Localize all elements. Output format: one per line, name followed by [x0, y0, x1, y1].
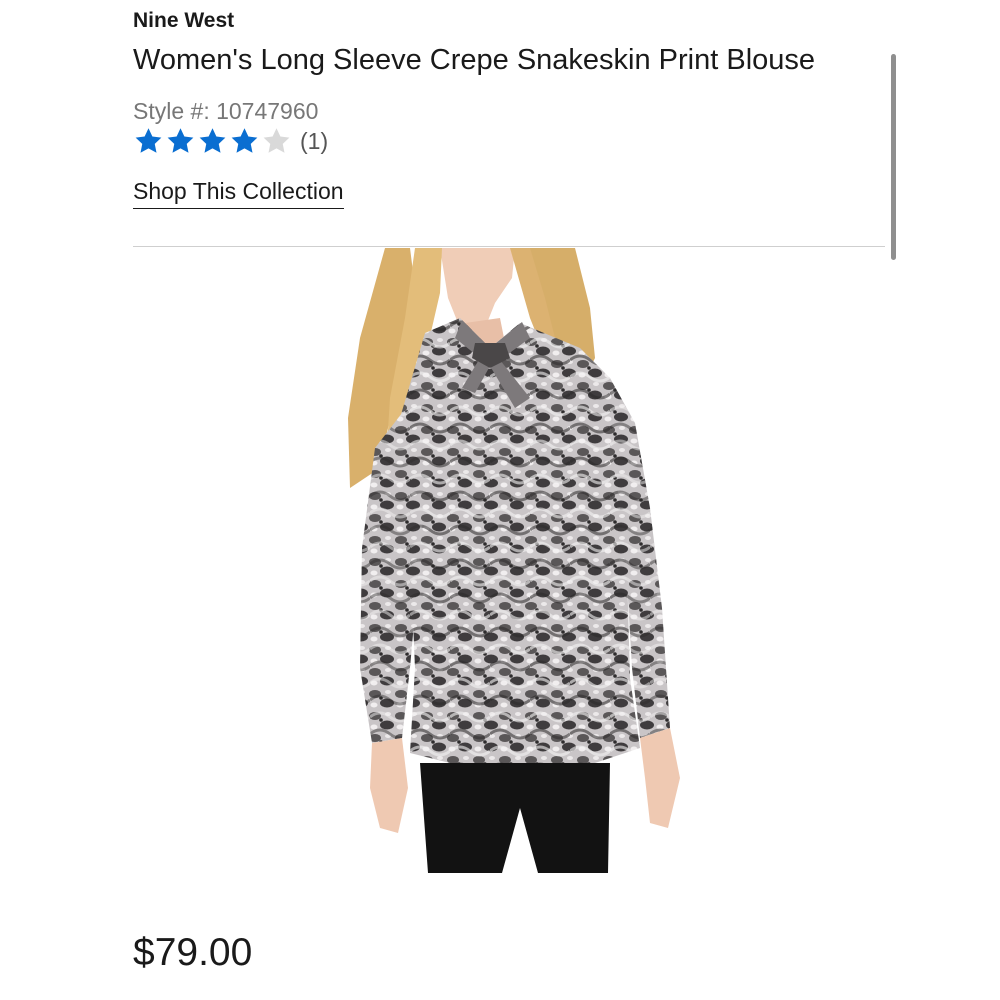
divider [133, 246, 885, 247]
star-filled-icon [167, 128, 194, 153]
star-filled-icon [199, 128, 226, 153]
star-rating [133, 126, 293, 156]
brand-name: Nine West [133, 9, 235, 32]
product-image[interactable] [290, 248, 730, 873]
star-filled-icon [231, 128, 258, 153]
shop-this-collection-link[interactable]: Shop This Collection [133, 178, 344, 209]
product-title: Women's Long Sleeve Crepe Snakeskin Prin… [133, 44, 816, 76]
scrollbar[interactable] [891, 54, 896, 260]
product-price: $79.00 [133, 931, 253, 974]
star-filled-icon [135, 128, 162, 153]
star-empty-icon [263, 128, 290, 153]
rating-row[interactable]: (1) [133, 124, 328, 158]
review-count[interactable]: (1) [300, 128, 328, 155]
style-number: Style #: 10747960 [133, 98, 319, 124]
